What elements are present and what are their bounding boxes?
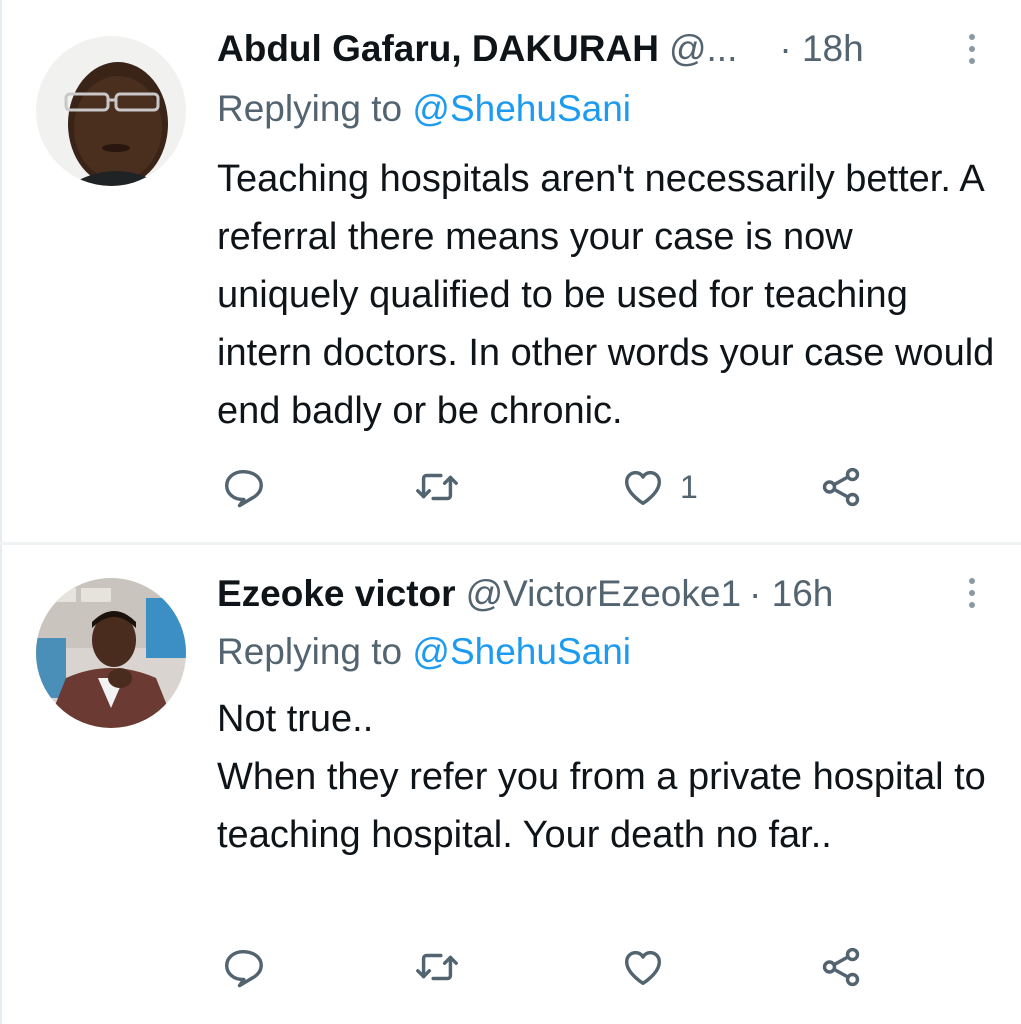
- comment-bubble-icon: [224, 469, 263, 508]
- timestamp[interactable]: · 16h: [749, 573, 833, 615]
- replying-prefix: Replying to: [217, 88, 403, 129]
- share-nodes-icon: [822, 467, 860, 507]
- reply-button[interactable]: [220, 942, 266, 992]
- replying-prefix: Replying to: [217, 631, 403, 672]
- heart-outline-icon: [624, 950, 662, 986]
- like-button[interactable]: 1: [620, 462, 698, 512]
- share-button[interactable]: [818, 462, 864, 512]
- action-bar: [220, 942, 880, 992]
- retweet-button[interactable]: [414, 942, 460, 992]
- reply-button[interactable]: [220, 462, 266, 512]
- avatar[interactable]: [36, 578, 186, 728]
- retweet-arrows-icon: [416, 473, 458, 501]
- share-nodes-icon: [822, 947, 860, 987]
- author-handle[interactable]: @VictorEzeoke1: [466, 573, 741, 615]
- heart-outline-icon: [624, 470, 662, 506]
- share-button[interactable]: [818, 942, 864, 992]
- mention-link[interactable]: @ShehuSani: [412, 631, 631, 672]
- tweet-text: Teaching hospitals aren't necessarily be…: [217, 158, 995, 432]
- tweet[interactable]: Ezeoke victor @VictorEzeoke1 · 16h Reply…: [0, 545, 1021, 1024]
- retweet-arrows-icon: [416, 953, 458, 981]
- like-count: 1: [680, 468, 698, 505]
- tweet-text: Not true.. When they refer you from a pr…: [217, 698, 986, 856]
- tweet[interactable]: Abdul Gafaru, DAKURAH @... · 18h Replyin…: [0, 0, 1021, 542]
- author-name[interactable]: Ezeoke victor: [217, 573, 456, 615]
- vertical-dots-icon[interactable]: [967, 34, 977, 64]
- author-name[interactable]: Abdul Gafaru, DAKURAH: [217, 28, 659, 70]
- tweet-header: Ezeoke victor @VictorEzeoke1 · 16h: [217, 569, 991, 619]
- vertical-dots-icon[interactable]: [967, 578, 977, 608]
- mention-link[interactable]: @ShehuSani: [412, 88, 631, 129]
- replying-to: Replying to @ShehuSani: [217, 88, 631, 130]
- avatar[interactable]: [36, 36, 186, 186]
- timestamp[interactable]: · 18h: [779, 28, 863, 70]
- comment-bubble-icon: [224, 949, 263, 988]
- action-bar: 1: [220, 462, 880, 512]
- author-handle[interactable]: @...: [669, 28, 737, 70]
- like-button[interactable]: [620, 942, 680, 992]
- tweet-header: Abdul Gafaru, DAKURAH @... · 18h: [217, 24, 991, 74]
- retweet-button[interactable]: [414, 462, 460, 512]
- replying-to: Replying to @ShehuSani: [217, 631, 631, 673]
